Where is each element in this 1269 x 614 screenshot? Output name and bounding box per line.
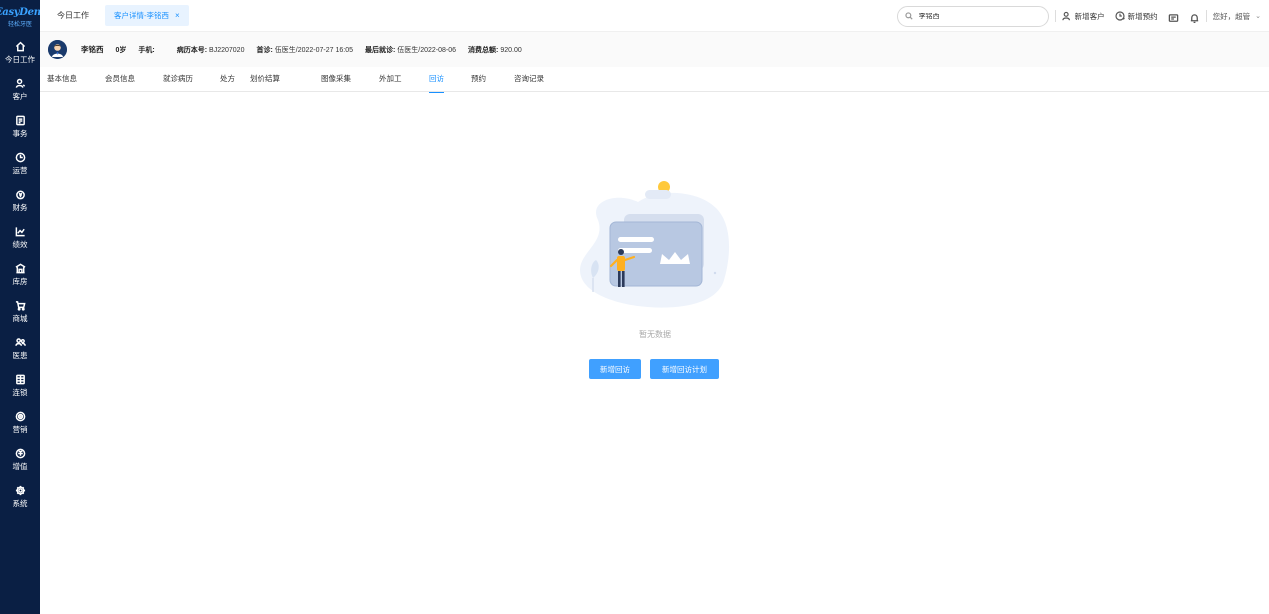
patient-info-bar: 李铭西 0岁 手机: 病历本号: BJ2207020 首诊: 伍医生/2022-… (40, 32, 1269, 67)
chevron-down-icon: ⌄ (1255, 13, 1261, 20)
sidebar-item-label: 财务 (12, 202, 28, 212)
avatar (48, 40, 67, 59)
sidebar-item-operation[interactable]: 运营 (0, 145, 40, 182)
divider (1054, 10, 1056, 22)
add-customer-label: 新增客户 (1074, 11, 1105, 21)
patient-phone: 手机: (138, 46, 155, 54)
sidebar-item-label: 连锁 (12, 387, 28, 397)
home-icon (15, 41, 25, 51)
sidebar-item-label: 医患 (12, 350, 28, 360)
chart-icon (15, 226, 25, 236)
calendar-icon (15, 115, 25, 125)
warehouse-icon (15, 263, 25, 273)
add-follow-up-button[interactable]: 新增回访 (589, 359, 641, 379)
coin-icon (15, 190, 25, 199)
clock-add-icon (1115, 11, 1125, 21)
target-icon (15, 411, 25, 421)
user-add-icon (1061, 11, 1070, 21)
customer-detail-tabs: 基本信息 会员信息 就诊病历 处方 划价结算 图像采集 外加工 回访 预约 咨询… (40, 67, 1269, 93)
user-icon (15, 78, 25, 88)
patient-last-visit: 最后就诊: 伍医生/2022-08-06 (364, 46, 457, 54)
notification-button[interactable] (1189, 11, 1200, 23)
sidebar-item-customer[interactable]: 客户 (0, 71, 40, 108)
sidebar-item-label: 运营 (12, 165, 28, 175)
logo-sub-text: 轻松牙医 (7, 21, 32, 28)
add-appointment-button[interactable]: 新增预约 (1115, 11, 1158, 22)
tab-basic-info[interactable]: 基本信息 (47, 67, 77, 92)
add-follow-up-plan-button[interactable]: 新增回访计划 (650, 359, 719, 379)
sidebar-item-marketing[interactable]: 营销 (0, 404, 40, 441)
empty-state-text: 暂无数据 (639, 330, 671, 339)
empty-state-illustration (580, 181, 730, 308)
sidebar-item-label: 客户 (12, 91, 28, 101)
message-icon (1168, 13, 1178, 22)
patient-first-visit: 首诊: 伍医生/2022-07-27 16:05 (256, 46, 353, 54)
patient-record-number: 病历本号: BJ2207020 (176, 46, 245, 54)
tab-billing[interactable]: 划价结算 (250, 67, 280, 92)
sidebar-item-system[interactable]: 系统 (0, 478, 40, 515)
tab-today-work[interactable]: 今日工作 (57, 10, 89, 21)
cart-icon (15, 300, 26, 311)
top-bar-actions: 新增客户 新增预约 您好，超管 ⌄ (896, 0, 1261, 32)
divider (1205, 10, 1207, 22)
search-input[interactable] (918, 12, 1039, 20)
sidebar-item-label: 增值 (12, 461, 28, 471)
sidebar-item-label: 系统 (12, 498, 28, 508)
sidebar-item-chain[interactable]: 连锁 (0, 367, 40, 404)
tab-customer-detail[interactable]: 客户详情-李铭西 × (105, 5, 189, 26)
greeting-text: 您好，超管 (1212, 11, 1251, 21)
tab-member-info[interactable]: 会员信息 (105, 67, 135, 92)
logo[interactable]: EasyDent 轻松牙医 (0, 0, 45, 34)
people-icon (14, 337, 26, 346)
sidebar-item-performance[interactable]: 绩效 (0, 219, 40, 256)
tab-prescription[interactable]: 处方 (220, 67, 235, 92)
sidebar-item-mall[interactable]: 商城 (0, 293, 40, 330)
sidebar-item-label: 今日工作 (5, 54, 35, 64)
close-icon[interactable]: × (175, 11, 180, 20)
sidebar-item-label: 绩效 (12, 239, 28, 249)
message-button[interactable] (1168, 11, 1179, 22)
tab-customer-detail-label: 客户详情-李铭西 (114, 11, 169, 20)
tab-consultation-records[interactable]: 咨询记录 (514, 67, 544, 92)
sidebar-item-today[interactable]: 今日工作 (0, 34, 40, 71)
tab-follow-up[interactable]: 回访 (429, 67, 444, 93)
sidebar-item-finance[interactable]: 财务 (0, 182, 40, 219)
user-menu[interactable]: 您好，超管 ⌄ (1213, 11, 1261, 22)
sidebar-item-doctor-patient[interactable]: 医患 (0, 330, 40, 367)
sidebar-item-label: 商城 (12, 313, 28, 323)
bell-icon (1190, 13, 1198, 23)
search-box[interactable] (896, 5, 1049, 27)
sidebar-item-label: 营销 (12, 424, 28, 434)
tab-external-processing[interactable]: 外加工 (379, 67, 402, 92)
sidebar-item-warehouse[interactable]: 库房 (0, 256, 40, 293)
add-appointment-label: 新增预约 (1127, 11, 1158, 21)
app-root: EasyDent 轻松牙医 今日工作 客户 事务 运营 财务 绩效 (0, 0, 1269, 614)
patient-name: 李铭西 (81, 45, 104, 54)
add-customer-button[interactable]: 新增客户 (1061, 11, 1105, 22)
top-bar: 今日工作 客户详情-李铭西 × 新增客户 新增预约 (40, 0, 1269, 32)
grid-icon (15, 374, 25, 384)
patient-total-spend: 消费总额: 920.00 (468, 46, 522, 54)
sidebar-item-value-added[interactable]: 增值 (0, 441, 40, 478)
patient-age: 0岁 (115, 46, 127, 54)
logo-main-text: EasyDent (0, 6, 46, 18)
sidebar: EasyDent 轻松牙医 今日工作 客户 事务 运营 财务 绩效 (0, 0, 45, 614)
doctor-avatar-icon (48, 40, 67, 59)
gear-icon (15, 485, 25, 495)
gift-icon (15, 448, 25, 458)
search-icon (904, 12, 913, 20)
tab-medical-records[interactable]: 就诊病历 (163, 67, 193, 92)
sidebar-item-label: 库房 (12, 276, 28, 286)
sidebar-item-affairs[interactable]: 事务 (0, 108, 40, 145)
tab-appointment[interactable]: 预约 (471, 67, 486, 92)
tab-image-capture[interactable]: 图像采集 (321, 67, 351, 92)
clock-icon (15, 152, 25, 162)
sidebar-item-label: 事务 (12, 128, 28, 138)
